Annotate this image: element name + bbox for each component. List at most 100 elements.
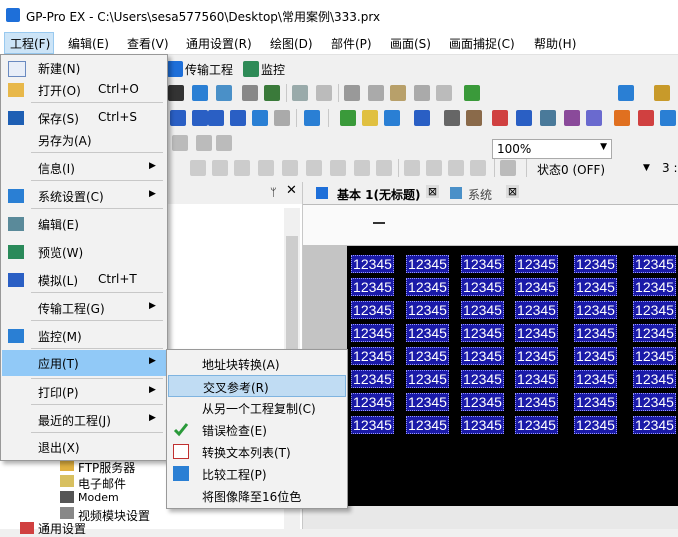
bar-graph-icon[interactable] xyxy=(492,110,508,126)
menu-item-save-as[interactable]: 另存为(A) xyxy=(2,127,166,153)
numeric-display-cell[interactable]: 12345 xyxy=(574,324,617,342)
new-screen-icon[interactable] xyxy=(192,85,208,101)
numeric-display-cell[interactable]: 12345 xyxy=(633,416,676,434)
layer-icon[interactable] xyxy=(500,160,516,176)
numeric-display-cell[interactable]: 12345 xyxy=(633,255,676,273)
pencil-icon[interactable] xyxy=(466,110,482,126)
numeric-display-cell[interactable]: 12345 xyxy=(461,393,504,411)
numeric-display-cell[interactable]: 12345 xyxy=(574,255,617,273)
menu-common-settings[interactable]: 通用设置(R) xyxy=(186,35,252,52)
copy-icon[interactable] xyxy=(368,85,384,101)
submenu-item-cross-reference[interactable]: 交叉参考(R) xyxy=(168,375,346,397)
numeric-display-cell[interactable]: 12345 xyxy=(406,324,449,342)
numeric-display-cell[interactable]: 12345 xyxy=(351,324,394,342)
menu-item-preview[interactable]: 预览(W) xyxy=(2,239,166,265)
screen-preview-icon[interactable] xyxy=(618,85,634,101)
rotate-icon[interactable] xyxy=(172,135,188,151)
shape-icon[interactable] xyxy=(586,110,602,126)
numeric-display-cell[interactable]: 12345 xyxy=(461,301,504,319)
menu-item-apply[interactable]: 应用(T) ▶ xyxy=(2,350,166,376)
submenu-item-compare-projects[interactable]: 比较工程(P) xyxy=(168,463,346,485)
rotate-left-icon[interactable] xyxy=(196,135,212,151)
redo-icon[interactable] xyxy=(316,85,332,101)
numeric-display-cell[interactable]: 12345 xyxy=(574,416,617,434)
same-size-icon[interactable] xyxy=(376,160,392,176)
numeric-display-cell[interactable]: 12345 xyxy=(633,347,676,365)
text-icon[interactable] xyxy=(230,110,246,126)
grid-icon[interactable] xyxy=(444,110,460,126)
tab-system[interactable]: 系统 xyxy=(468,186,492,203)
rotate-right-icon[interactable] xyxy=(216,135,232,151)
numeric-display-cell[interactable]: 12345 xyxy=(351,278,394,296)
tree-item-modem[interactable]: Modem xyxy=(78,491,119,504)
submenu-item-convert-text-list[interactable]: 转换文本列表(T) xyxy=(168,441,346,463)
tree-item-email[interactable]: 电子邮件 xyxy=(78,475,126,492)
numeric-display-cell[interactable]: 12345 xyxy=(461,347,504,365)
flip-v-icon[interactable] xyxy=(470,160,486,176)
library-icon[interactable] xyxy=(242,85,258,101)
cut-icon[interactable] xyxy=(344,85,360,101)
close-icon[interactable]: ✕ xyxy=(286,183,297,198)
data-display-icon[interactable] xyxy=(384,110,400,126)
ungroup-icon[interactable] xyxy=(426,160,442,176)
align-right-icon[interactable] xyxy=(234,160,250,176)
numeric-display-cell[interactable]: 12345 xyxy=(574,278,617,296)
delete-icon[interactable] xyxy=(436,85,452,101)
numeric-display-cell[interactable]: 12345 xyxy=(574,393,617,411)
horizontal-scrollbar[interactable] xyxy=(303,506,678,529)
numeric-display-cell[interactable]: 12345 xyxy=(406,393,449,411)
numeric-display-cell[interactable]: 12345 xyxy=(406,347,449,365)
numeric-display-cell[interactable]: 12345 xyxy=(515,416,558,434)
scale-icon[interactable] xyxy=(274,110,290,126)
tab-base-1[interactable]: 基本 1(无标题) xyxy=(337,186,421,203)
trend-graph-icon[interactable] xyxy=(516,110,532,126)
numeric-display-cell[interactable]: 12345 xyxy=(351,393,394,411)
hmi-screen-canvas[interactable]: 12345 12345 12345 12345 12345 12345 12345 12345… xyxy=(347,246,678,506)
window-icon[interactable] xyxy=(638,110,654,126)
numeric-display-cell[interactable]: 12345 xyxy=(351,347,394,365)
numeric-display-cell[interactable]: 12345 xyxy=(633,278,676,296)
menu-item-recent-projects[interactable]: 最近的工程(J) ▶ xyxy=(2,407,166,433)
lamp-icon[interactable] xyxy=(362,110,378,126)
align-top-icon[interactable] xyxy=(258,160,274,176)
tools-icon[interactable] xyxy=(654,85,670,101)
transfer-icon[interactable] xyxy=(167,61,183,77)
align-center-icon[interactable] xyxy=(212,160,228,176)
numeric-display-cell[interactable]: 12345 xyxy=(515,347,558,365)
numeric-display-cell[interactable]: 12345 xyxy=(461,416,504,434)
menu-item-exit[interactable]: 退出(X) xyxy=(2,434,166,460)
state-extra[interactable]: 3 : xyxy=(662,161,678,175)
import-icon[interactable] xyxy=(264,85,280,101)
numeric-display-cell[interactable]: 12345 xyxy=(406,416,449,434)
close-icon[interactable]: ⊠ xyxy=(426,185,439,198)
picture-icon[interactable] xyxy=(252,110,268,126)
menu-item-print[interactable]: 打印(P) ▶ xyxy=(2,379,166,405)
circle-icon[interactable] xyxy=(208,110,224,126)
menu-file[interactable]: 工程(F) xyxy=(4,32,54,54)
menu-item-info[interactable]: 信息(I) ▶ xyxy=(2,155,166,181)
switch-icon[interactable] xyxy=(340,110,356,126)
numeric-display-cell[interactable]: 12345 xyxy=(633,370,676,388)
menu-item-monitor[interactable]: 监控(M) xyxy=(2,323,166,349)
menu-item-open[interactable]: 打开(O) Ctrl+O xyxy=(2,77,166,103)
menu-item-system-settings[interactable]: 系统设置(C) ▶ xyxy=(2,183,166,209)
numeric-display-cell[interactable]: 12345 xyxy=(351,370,394,388)
state-select[interactable]: 状态0 (OFF) xyxy=(537,161,605,178)
numeric-display-cell[interactable]: 12345 xyxy=(515,393,558,411)
pin-icon[interactable]: ᛘ xyxy=(270,186,277,199)
flip-h-icon[interactable] xyxy=(448,160,464,176)
numeric-display-cell[interactable]: 12345 xyxy=(633,324,676,342)
numeric-display-cell[interactable]: 12345 xyxy=(406,301,449,319)
distribute-h-icon[interactable] xyxy=(330,160,346,176)
numeric-display-cell[interactable]: 12345 xyxy=(574,347,617,365)
menu-item-simulation[interactable]: 模拟(L) Ctrl+T xyxy=(2,267,166,293)
numeric-display-cell[interactable]: 12345 xyxy=(351,255,394,273)
submenu-item-address-block-convert[interactable]: 地址块转换(A) xyxy=(168,353,346,375)
monitor-button[interactable]: 监控 xyxy=(261,61,285,78)
numeric-display-cell[interactable]: 12345 xyxy=(574,301,617,319)
align-middle-icon[interactable] xyxy=(282,160,298,176)
numeric-display-cell[interactable]: 12345 xyxy=(461,370,504,388)
paste-icon[interactable] xyxy=(390,85,406,101)
chart-icon[interactable] xyxy=(540,110,556,126)
menu-screen-capture[interactable]: 画面捕捉(C) xyxy=(449,35,515,52)
